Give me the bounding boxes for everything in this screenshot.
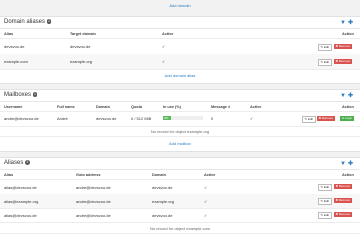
domain-aliases-panel: Domain aliases 2 ▼✚ Alias Target domain A… <box>0 16 360 84</box>
no-record-text: No record for object example.org <box>150 129 210 134</box>
remove-button[interactable]: ✖ Remove <box>334 212 352 217</box>
active-check: ✓ <box>204 199 208 204</box>
table-row: andre@devsvoo.de André devsvoo.de 0 / 51… <box>0 112 360 127</box>
col-active: Active <box>250 105 262 109</box>
no-record-text: No record for object example.com <box>149 226 211 231</box>
count-badge: 3 <box>24 160 30 165</box>
mailboxes-panel: Mailboxes 1 ▼✚ Username Full name Domain … <box>0 89 360 152</box>
col-alias: Alias <box>4 32 14 36</box>
remove-button[interactable]: ✖ Remove <box>334 198 352 203</box>
active-check: ✓ <box>162 44 166 49</box>
plus-icon[interactable]: ✚ <box>348 93 355 99</box>
table-header: Alias Target domain Active Action <box>0 29 360 39</box>
panel-title: Mailboxes 1 <box>4 92 38 98</box>
col-domain: Domain <box>96 105 110 109</box>
goto-cell: andre@devsvoo.de <box>76 185 111 190</box>
domain-cell: devsvoo.de <box>96 116 117 121</box>
login-button[interactable]: ➜ Login <box>340 116 354 121</box>
col-active: Active <box>162 32 174 36</box>
target-cell: example.org <box>70 59 93 64</box>
remove-button[interactable]: ✖ Remove <box>334 184 352 189</box>
aliases-header: Aliases 3 ▼✚ <box>0 158 360 170</box>
remove-button[interactable]: ✖ Remove <box>317 116 335 121</box>
add-domain-alias-link[interactable]: Add domain alias <box>0 73 360 78</box>
col-fullname: Full name <box>57 105 75 109</box>
col-domain: Domain <box>152 173 166 177</box>
edit-button[interactable]: ✎ Edit <box>318 212 332 219</box>
active-check: ✓ <box>204 185 208 190</box>
active-check: ✓ <box>250 116 254 121</box>
usage-progress-fill: 0% <box>163 116 171 120</box>
add-mailbox-link[interactable]: Add mailbox <box>0 141 360 146</box>
col-action: Action <box>342 173 354 177</box>
no-record-row: No record for object example.org <box>0 126 360 137</box>
messages-cell: 0 <box>211 116 214 121</box>
target-cell: devsvoo.de <box>70 44 91 49</box>
aliases-panel: Aliases 3 ▼✚ Alias Goto address Domain Ac… <box>0 157 360 241</box>
col-username: Username <box>4 105 23 109</box>
remove-button[interactable]: ✖ Remove <box>334 44 352 49</box>
col-alias: Alias <box>4 173 14 177</box>
edit-button[interactable]: ✎ Edit <box>318 184 332 191</box>
edit-button[interactable]: ✎ Edit <box>318 44 332 51</box>
table-row: example.com example.org ✓ ✎ Edit ✖ Remov… <box>0 54 360 70</box>
username-cell: andre@devsvoo.de <box>4 116 39 121</box>
alias-cell: alias@example.org <box>4 199 39 204</box>
count-badge: 2 <box>46 19 52 24</box>
domain-cell: example.org <box>152 199 175 204</box>
table-row: devsvoo.de devsvoo.de ✓ ✎ Edit ✖ Remove <box>0 39 360 55</box>
quota-cell: 0 / 512 MiB <box>131 116 152 121</box>
domain-aliases-header: Domain aliases 2 ▼✚ <box>0 17 360 29</box>
col-goto: Goto address <box>76 173 101 177</box>
active-check: ✓ <box>162 59 166 64</box>
filter-icon[interactable]: ▼ <box>340 93 348 99</box>
plus-icon[interactable]: ✚ <box>348 161 355 167</box>
col-action: Action <box>342 32 354 36</box>
plus-icon[interactable]: ✚ <box>348 20 355 26</box>
edit-button[interactable]: ✎ Edit <box>318 59 332 66</box>
active-check: ✓ <box>204 213 208 218</box>
add-domain-link[interactable]: Add domain <box>0 3 360 8</box>
filter-icon[interactable]: ▼ <box>340 20 348 26</box>
mailboxes-header: Mailboxes 1 ▼✚ <box>0 90 360 102</box>
no-record-row: No record for object example.com <box>0 223 360 234</box>
alias-cell: alias@devsvoo.de <box>4 185 37 190</box>
table-row: alias@example.org andre@devsvoo.de examp… <box>0 194 360 209</box>
edit-button[interactable]: ✎ Edit <box>318 198 332 205</box>
filter-icon[interactable]: ▼ <box>340 161 348 167</box>
alias-cell: alias@devsvoo.de <box>4 213 37 218</box>
col-target: Target domain <box>70 32 96 36</box>
remove-button[interactable]: ✖ Remove <box>334 59 352 64</box>
domain-cell: devsvoo.de <box>152 213 173 218</box>
table-header: Alias Goto address Domain Active Action <box>0 170 360 180</box>
table-row: alias@devsvoo.de andre@devsvoo.de devsvo… <box>0 180 360 195</box>
count-badge: 1 <box>32 92 38 97</box>
col-active: Active <box>204 173 216 177</box>
table-row: alias@devsvoo.de andre@devsvoo.de devsvo… <box>0 208 360 223</box>
col-messages: Message # <box>211 105 231 109</box>
col-action: Action <box>342 105 354 109</box>
panel-title: Aliases 3 <box>4 160 30 166</box>
goto-cell: andre@devsvoo.de <box>76 199 111 204</box>
fullname-cell: André <box>57 116 68 121</box>
col-quota: Quota <box>131 105 142 109</box>
alias-cell: devsvoo.de <box>4 44 25 49</box>
table-header: Username Full name Domain Quota In use (… <box>0 102 360 112</box>
usage-progress-bar: 0% <box>163 116 203 120</box>
goto-cell: andre@devsvoo.de <box>76 213 111 218</box>
domain-cell: devsvoo.de <box>152 185 173 190</box>
col-inuse: In use (%) <box>163 105 181 109</box>
panel-title: Domain aliases 2 <box>4 19 52 25</box>
alias-cell: example.com <box>4 59 28 64</box>
edit-button[interactable]: ✎ Edit <box>302 116 316 123</box>
